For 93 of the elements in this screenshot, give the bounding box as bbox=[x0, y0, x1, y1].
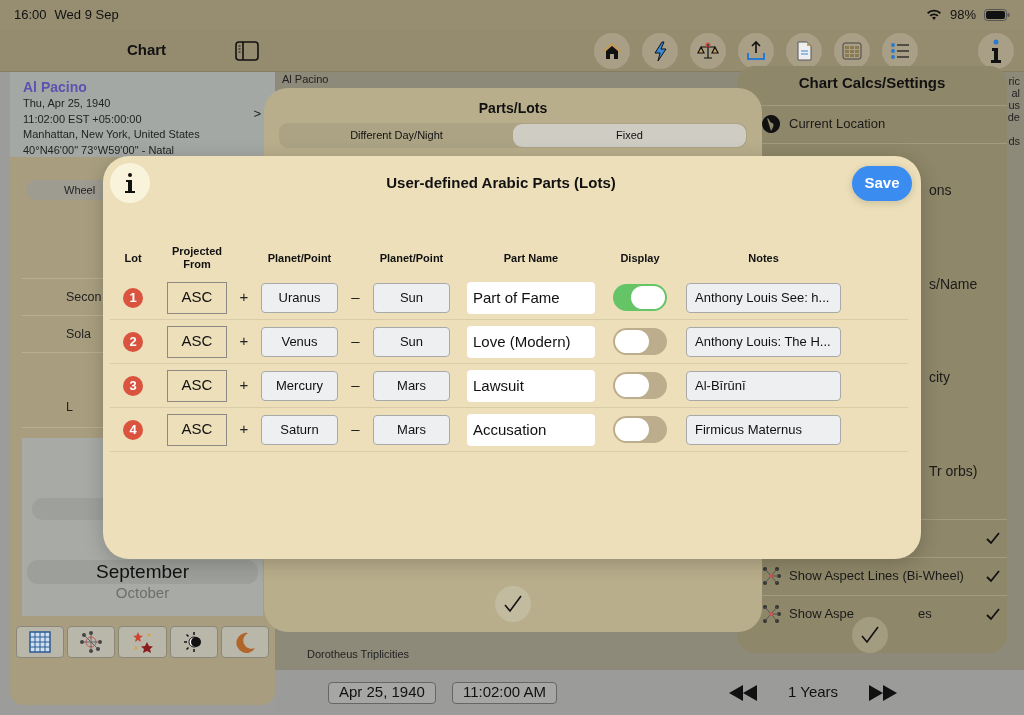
person-detail: Thu, Apr 25, 1940 bbox=[23, 96, 112, 111]
setting-label: es bbox=[918, 605, 932, 624]
network-icon[interactable] bbox=[79, 630, 104, 654]
lot-number: 1 bbox=[123, 287, 143, 308]
battery-level: 98% bbox=[949, 6, 976, 25]
part-name-field[interactable]: Accusation bbox=[467, 413, 595, 446]
notes-field[interactable]: Firmicus Maternus bbox=[686, 414, 841, 445]
person-name: Al Pacino bbox=[23, 78, 88, 96]
setting-label: city bbox=[929, 368, 950, 388]
setting-label: ons bbox=[929, 180, 952, 200]
setting-label: Show Aspe bbox=[789, 605, 855, 624]
minus-sign: – bbox=[350, 331, 361, 352]
setting-label: Current Location bbox=[789, 115, 886, 134]
lot-number: 4 bbox=[123, 419, 143, 440]
display-toggle[interactable] bbox=[613, 416, 667, 443]
column-header: Display bbox=[619, 251, 661, 265]
time-field[interactable]: 11:02:00 AM bbox=[451, 681, 558, 704]
column-header: Projected From bbox=[170, 245, 224, 271]
part-name-field[interactable]: Part of Fame bbox=[467, 281, 595, 314]
network-icon bbox=[761, 603, 781, 625]
sidebar-icon[interactable] bbox=[235, 40, 259, 61]
grid-icon[interactable] bbox=[28, 630, 53, 654]
plus-sign: + bbox=[238, 375, 250, 396]
minus-sign: – bbox=[350, 375, 361, 396]
text-fragment: al bbox=[1010, 87, 1020, 99]
column-header: Planet/Point bbox=[266, 251, 333, 265]
segment-tab[interactable]: Different Day/Night bbox=[280, 124, 513, 147]
person-detail: 11:02:00 EST +05:00:00 bbox=[23, 111, 143, 127]
sheet-title: Parts/Lots bbox=[478, 99, 548, 118]
column-header: Planet/Point bbox=[378, 251, 445, 265]
planet-picker[interactable]: Mercury bbox=[261, 370, 338, 401]
segment-tab[interactable]: Fixed bbox=[513, 124, 746, 147]
share-icon[interactable] bbox=[744, 38, 768, 63]
menu-item[interactable]: Secon bbox=[66, 287, 102, 307]
nav-title: Chart bbox=[126, 41, 167, 59]
chevron: > bbox=[253, 104, 261, 123]
network-icon bbox=[761, 565, 781, 587]
projected-from-cell: ASC bbox=[167, 325, 227, 358]
person-detail: 40°N46'00" 73°W59'00" - Natal bbox=[23, 142, 176, 157]
plus-sign: + bbox=[238, 331, 250, 352]
lot-number: 2 bbox=[123, 331, 143, 352]
text-fragment: ds bbox=[1007, 135, 1020, 147]
panel-title: Chart Calcs/Settings bbox=[797, 73, 947, 93]
text-fragment: us bbox=[1007, 99, 1020, 111]
projected-from-cell: ASC bbox=[167, 369, 227, 402]
planet-picker[interactable]: Sun bbox=[373, 326, 450, 357]
plus-sign: + bbox=[238, 419, 250, 440]
date-field[interactable]: Apr 25, 1940 bbox=[328, 681, 436, 704]
planet-picker[interactable]: Mars bbox=[373, 370, 450, 401]
planet-picker[interactable]: Uranus bbox=[261, 282, 338, 313]
chart-footnote: Dorotheus Triplicities bbox=[306, 648, 411, 660]
minus-sign: – bbox=[350, 419, 361, 440]
plus-sign: + bbox=[238, 287, 250, 308]
column-header: Notes bbox=[747, 251, 780, 265]
setting-label: Tr orbs) bbox=[929, 462, 978, 482]
display-toggle[interactable] bbox=[613, 328, 667, 355]
lot-number: 3 bbox=[123, 375, 143, 396]
rewind-icon[interactable] bbox=[729, 684, 758, 701]
display-toggle[interactable] bbox=[613, 284, 667, 311]
step-label: 1 Years bbox=[788, 682, 839, 703]
status-date: Wed 9 Sep bbox=[54, 6, 119, 25]
minus-sign: – bbox=[350, 287, 361, 308]
checkmark-icon[interactable] bbox=[859, 624, 881, 646]
column-header: Part Name bbox=[502, 251, 560, 265]
checkmark-icon[interactable] bbox=[502, 593, 524, 615]
notes-field[interactable]: Anthony Louis See: h... bbox=[686, 282, 841, 313]
display-toggle[interactable] bbox=[613, 372, 667, 399]
status-time: 16:00 bbox=[14, 6, 47, 25]
planet-picker[interactable]: Venus bbox=[261, 326, 338, 357]
notes-field[interactable]: Anthony Louis: The H... bbox=[686, 326, 841, 357]
text-fragment: de bbox=[1007, 111, 1020, 123]
projected-from-cell: ASC bbox=[167, 281, 227, 314]
planet-picker[interactable]: Sun bbox=[373, 282, 450, 313]
part-name-field[interactable]: Love (Modern) bbox=[467, 325, 595, 358]
setting-label: s/Name bbox=[929, 274, 978, 294]
info-icon[interactable] bbox=[123, 172, 137, 194]
notes-field[interactable]: Al-Bīrūnī bbox=[686, 370, 841, 401]
projected-from-cell: ASC bbox=[167, 413, 227, 446]
dialog-title: User-defined Arabic Parts (Lots) bbox=[385, 172, 617, 193]
person-card[interactable]: Al Pacino Thu, Apr 25, 1940 11:02:00 EST +05:00:00 Manhattan, New York, United States 40°N46'00" 73°W59'00" - Natal > bbox=[10, 72, 275, 157]
person-detail: Manhattan, New York, United States bbox=[23, 127, 201, 142]
planet-picker[interactable]: Mars bbox=[373, 414, 450, 445]
chart-heading: Al Pacino bbox=[282, 73, 329, 85]
column-header: Lot bbox=[123, 251, 143, 265]
menu-item[interactable]: L bbox=[66, 398, 73, 417]
setting-label: Show Aspect Lines (Bi-Wheel) bbox=[789, 567, 964, 586]
planet-picker[interactable]: Saturn bbox=[261, 414, 338, 445]
battery-icon bbox=[984, 9, 1010, 21]
wifi-icon bbox=[925, 9, 942, 21]
fast-forward-icon[interactable] bbox=[869, 684, 898, 701]
menu-item[interactable]: Sola bbox=[66, 324, 92, 344]
part-name-field[interactable]: Lawsuit bbox=[467, 369, 595, 402]
text-fragment: ric bbox=[1007, 75, 1020, 87]
